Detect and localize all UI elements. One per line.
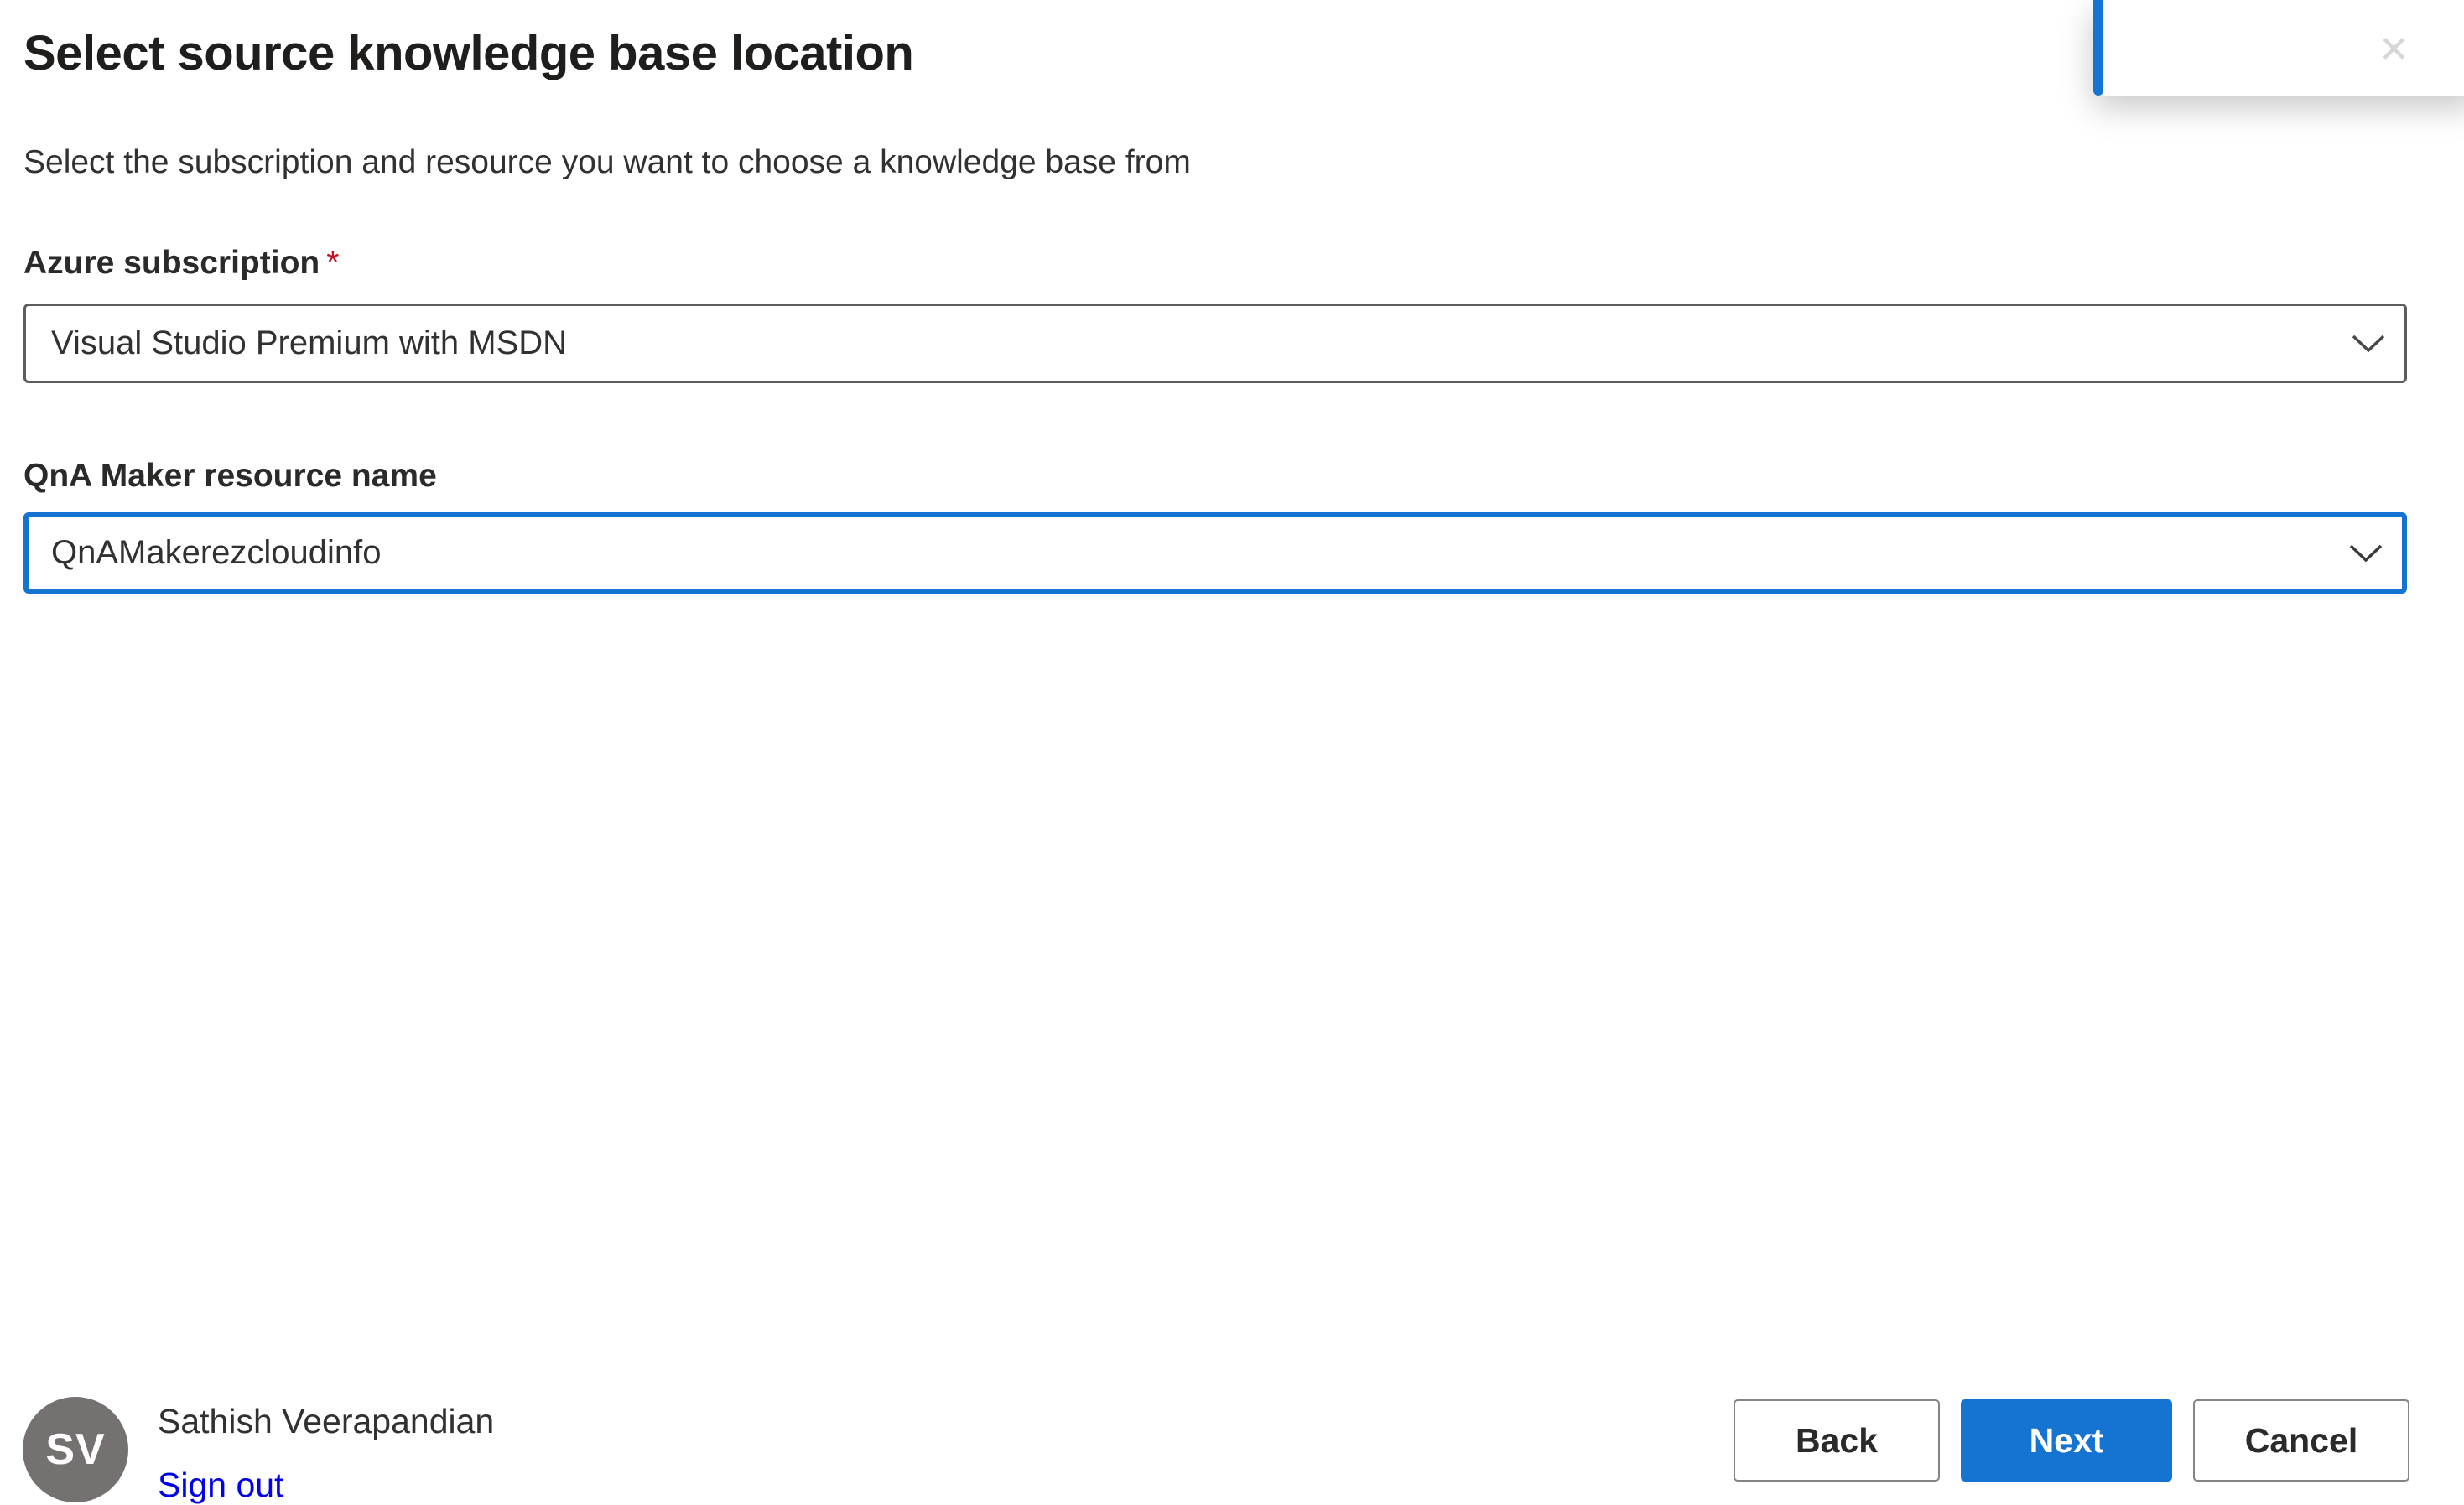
chevron-down-icon <box>2349 544 2383 562</box>
next-button[interactable]: Next <box>1961 1399 2172 1482</box>
avatar-initials: SV <box>45 1425 106 1474</box>
chevron-down-icon <box>2352 335 2385 352</box>
sign-out-link[interactable]: Sign out <box>158 1466 283 1505</box>
user-name: Sathish Veerapandian <box>158 1402 495 1440</box>
required-asterisk: * <box>326 245 340 281</box>
back-button[interactable]: Back <box>1734 1399 1940 1482</box>
subscription-label: Azure subscription * <box>23 245 339 282</box>
resource-dropdown[interactable]: QnAMakerezcloudinfo <box>23 512 2407 594</box>
subscription-dropdown-value: Visual Studio Premium with MSDN <box>51 324 568 361</box>
dialog-action-buttons: Back Next Cancel <box>1734 1399 2409 1482</box>
close-icon[interactable]: ✕ <box>2378 32 2409 69</box>
select-kb-location-page: Select source knowledge base location Se… <box>0 0 2464 1505</box>
subscription-dropdown[interactable]: Visual Studio Premium with MSDN <box>23 304 2407 383</box>
page-title: Select source knowledge base location <box>23 26 914 80</box>
cancel-button[interactable]: Cancel <box>2193 1399 2409 1482</box>
resource-dropdown-value: QnAMakerezcloudinfo <box>51 534 382 571</box>
avatar: SV <box>23 1397 128 1502</box>
toast-accent-bar <box>2093 0 2103 96</box>
resource-label: QnA Maker resource name <box>23 458 437 494</box>
subscription-label-text: Azure subscription <box>23 245 320 281</box>
page-subtitle: Select the subscription and resource you… <box>23 144 1191 180</box>
notification-toast: ✕ <box>2093 0 2464 96</box>
